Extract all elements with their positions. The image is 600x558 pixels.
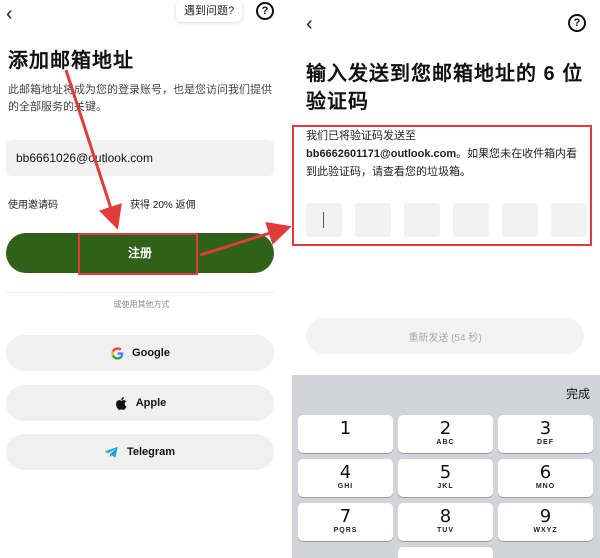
key-0-partial[interactable] (398, 547, 493, 558)
back-icon[interactable]: ‹ (306, 14, 313, 34)
key-9[interactable]: 9 WXYZ (498, 503, 593, 541)
key-8[interactable]: 8 TUV (398, 503, 493, 541)
google-icon (110, 346, 124, 360)
key-blank (298, 547, 393, 558)
telegram-icon (105, 445, 119, 459)
key-4[interactable]: 4 GHI (298, 459, 393, 497)
google-login-button[interactable]: Google (6, 335, 274, 371)
help-icon[interactable]: ? (256, 2, 274, 20)
key-letters: DEF (537, 439, 554, 446)
key-digit: 5 (439, 462, 452, 483)
telegram-login-button[interactable]: Telegram (6, 434, 274, 470)
invite-code-label[interactable]: 使用邀请码 (8, 196, 58, 211)
key-digit: 2 (439, 418, 452, 439)
page-title: 添加邮箱地址 (8, 50, 134, 72)
key-digit: 1 (339, 418, 352, 439)
key-digit: 7 (339, 506, 352, 527)
key-2[interactable]: 2 ABC (398, 415, 493, 453)
numeric-keyboard: 完成 1 2 ABC 3 DEF 4 GHI 5 JKL 6 MNO 7 PQR… (292, 375, 600, 558)
key-digit: 4 (339, 462, 352, 483)
add-email-screen: ‹ 遇到问题? ? 添加邮箱地址 此邮箱地址将成为您的登录账号，也是您访问我们提… (0, 0, 283, 558)
key-7[interactable]: 7 PQRS (298, 503, 393, 541)
back-icon[interactable]: ‹ (6, 4, 13, 24)
telegram-login-label: Telegram (126, 446, 176, 458)
key-digit: 3 (539, 418, 552, 439)
key-letters: TUV (437, 527, 454, 534)
page-title: 输入发送到您邮箱地址的 6 位验证码 (306, 63, 584, 113)
key-letters: MNO (535, 483, 556, 490)
key-digit: 9 (539, 506, 552, 527)
key-6[interactable]: 6 MNO (498, 459, 593, 497)
key-3[interactable]: 3 DEF (498, 415, 593, 453)
key-digit: 6 (539, 462, 552, 483)
annotation-highlight-box (292, 125, 592, 246)
key-letters: PQRS (333, 527, 358, 534)
apple-icon (114, 396, 128, 410)
apple-login-button[interactable]: Apple (6, 385, 274, 421)
key-1[interactable]: 1 (298, 415, 393, 453)
apple-login-label: Apple (135, 397, 167, 409)
other-methods-label: 或使用其他方式 (113, 300, 170, 309)
verify-code-screen: ‹ ? 输入发送到您邮箱地址的 6 位验证码 我们已将验证码发送至 bb6662… (292, 0, 600, 558)
rebate-text: 获得 20% 返佣 (130, 200, 196, 211)
keyboard-done-button[interactable]: 完成 (566, 385, 590, 402)
email-input[interactable] (6, 140, 274, 176)
google-login-label: Google (132, 347, 170, 359)
key-letters: WXYZ (533, 527, 558, 534)
key-5[interactable]: 5 JKL (398, 459, 493, 497)
key-letters: ABC (436, 439, 455, 446)
divider (6, 292, 274, 293)
key-digit: 8 (439, 506, 452, 527)
key-letters: GHI (337, 483, 354, 490)
annotation-highlight-box (78, 233, 198, 275)
help-icon[interactable]: ? (568, 14, 586, 32)
key-letters: JKL (437, 483, 454, 490)
page-description: 此邮箱地址将成为您的登录账号，也是您访问我们提供的全部服务的关键。 (8, 84, 272, 113)
resend-code-button[interactable]: 重新发送 (54 秒) (306, 318, 584, 354)
help-tooltip[interactable]: 遇到问题? (176, 0, 243, 22)
